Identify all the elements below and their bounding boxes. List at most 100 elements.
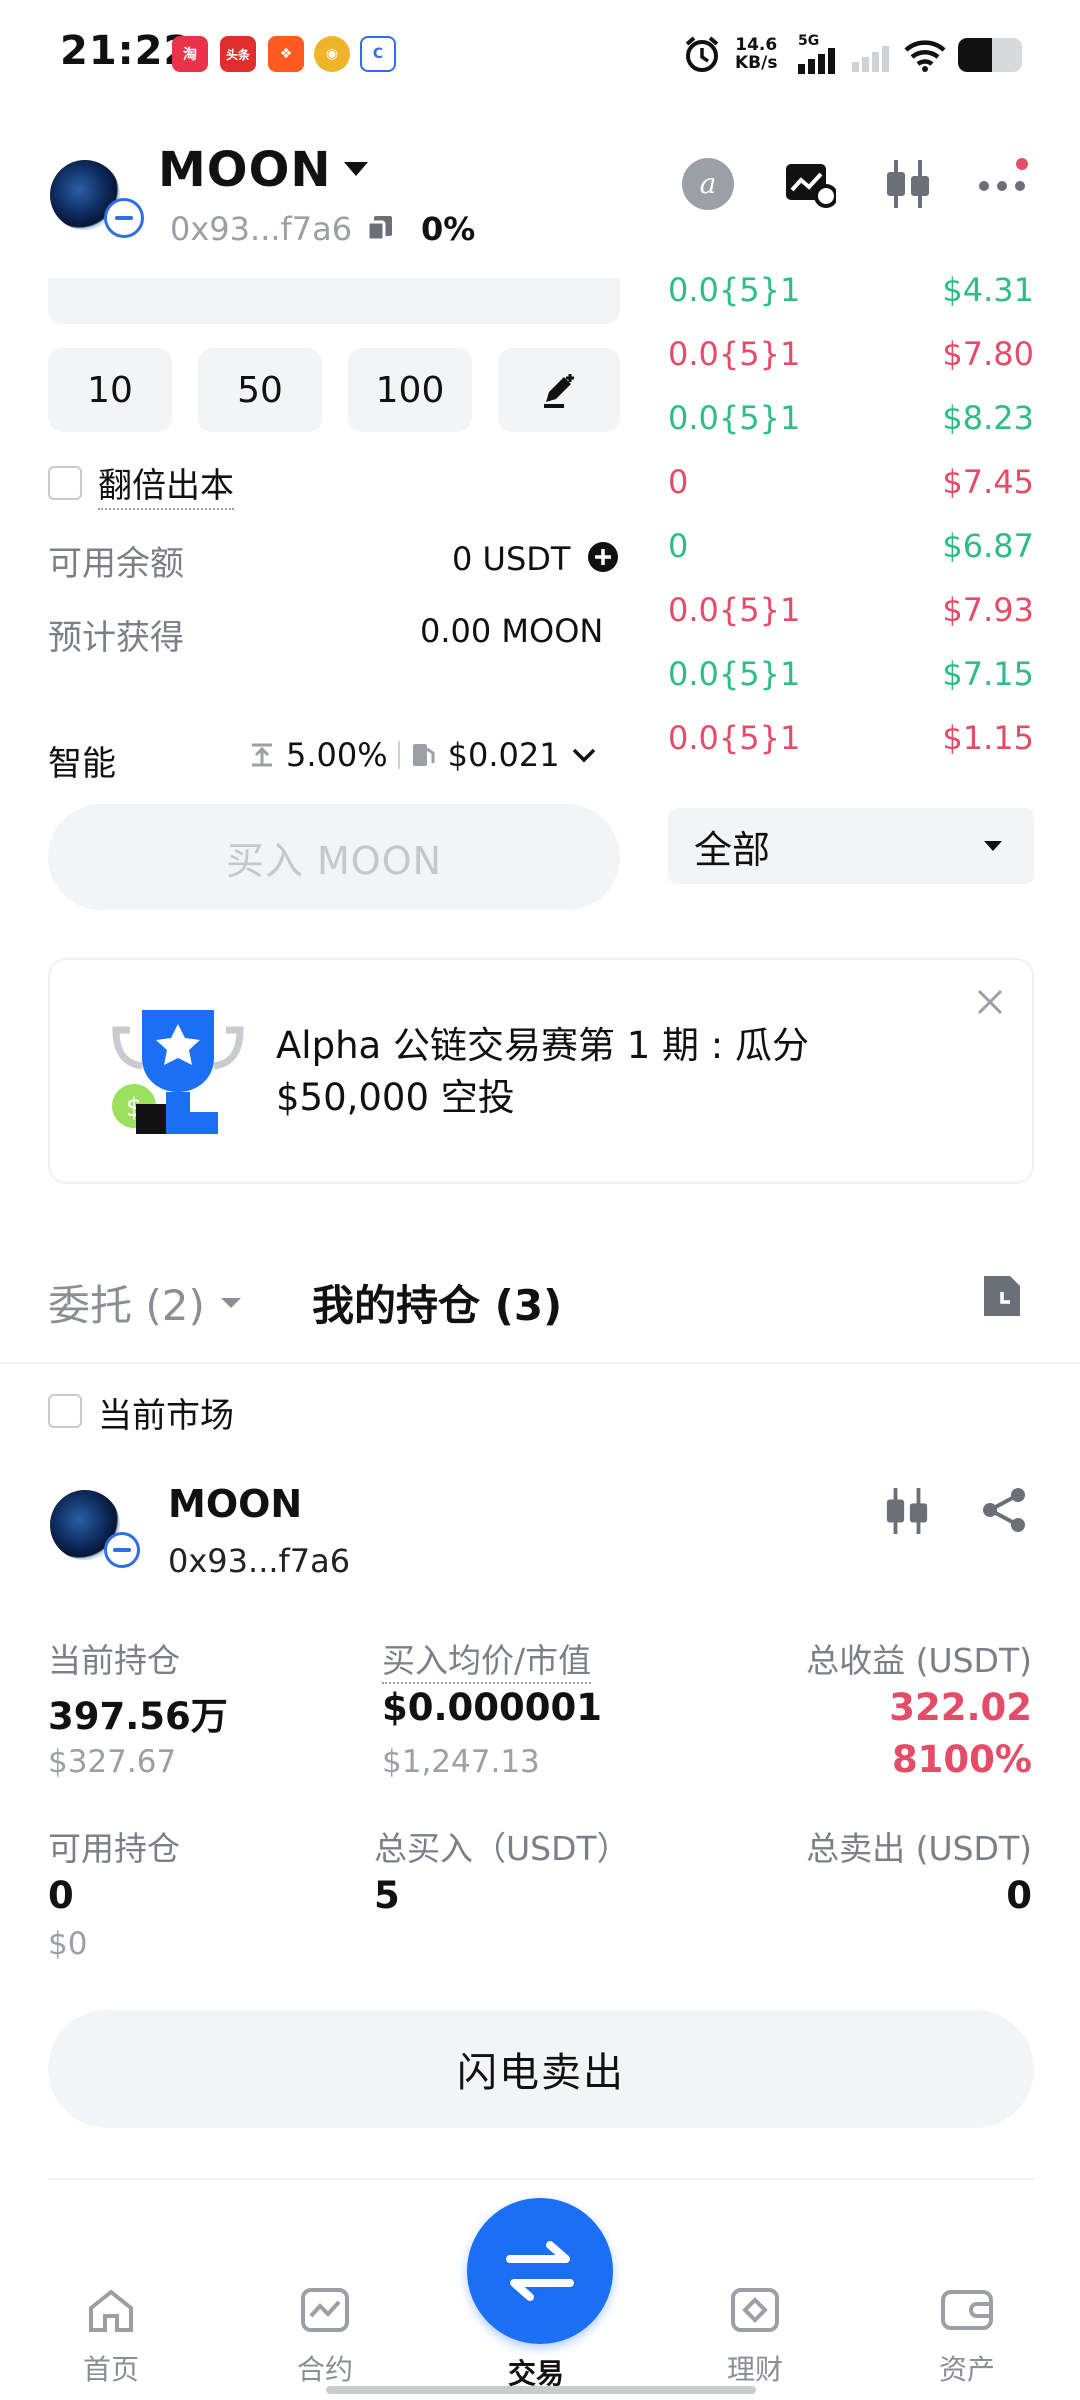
finance-icon bbox=[731, 2288, 779, 2332]
order-book-price: 0 bbox=[668, 527, 689, 565]
chain-badge-icon bbox=[104, 1532, 140, 1568]
nav-home[interactable]: 首页 bbox=[56, 2286, 166, 2388]
tab-orders[interactable]: 委托 (2) bbox=[48, 1272, 243, 1333]
double-principal-label: 翻倍出本 bbox=[98, 458, 234, 510]
home-icon bbox=[89, 2289, 133, 2332]
history-doc-icon[interactable] bbox=[980, 1272, 1024, 1320]
order-book-amount: $7.15 bbox=[942, 655, 1034, 693]
available-holding-usd: $0 bbox=[48, 1926, 88, 1962]
signal-5g-icon: 5G bbox=[798, 34, 838, 74]
weibo-app-icon: ◉ bbox=[314, 36, 350, 72]
trophy-icon: $ bbox=[108, 1006, 248, 1138]
available-holding-label: 可用持仓 bbox=[48, 1829, 180, 1868]
gas-icon bbox=[412, 744, 435, 766]
order-book-row[interactable]: 0.0{5}1 $8.23 bbox=[668, 386, 1034, 450]
avg-price-value: $0.000001 bbox=[382, 1686, 603, 1729]
token-address: 0x93...f7a6 bbox=[170, 210, 353, 248]
estimated-receive-label: 预计获得 bbox=[48, 618, 184, 658]
order-book-amount: $1.15 bbox=[942, 719, 1034, 757]
toutiao-app-icon: 头条 bbox=[220, 36, 256, 72]
more-menu-icon[interactable] bbox=[976, 156, 1032, 200]
wifi-icon bbox=[904, 38, 946, 72]
gas-value: $0.021 bbox=[447, 736, 560, 774]
chain-badge-icon bbox=[104, 198, 144, 238]
battery-icon bbox=[958, 38, 1022, 72]
preset-10-button[interactable]: 10 bbox=[48, 348, 172, 432]
preset-50-button[interactable]: 50 bbox=[198, 348, 322, 432]
edit-pencil-icon bbox=[544, 374, 574, 408]
order-book-amount: $8.23 bbox=[942, 399, 1034, 437]
holding-usd: $327.67 bbox=[48, 1744, 177, 1780]
trade-settings[interactable]: 5.00% $0.021 bbox=[248, 736, 598, 774]
edit-presets-button[interactable] bbox=[498, 348, 620, 432]
caret-down-icon bbox=[984, 841, 1002, 851]
order-book-price: 0.0{5}1 bbox=[668, 335, 801, 373]
price-alert-chart-icon[interactable] bbox=[784, 160, 836, 208]
order-book-price: 0.0{5}1 bbox=[668, 655, 801, 693]
preset-100-button[interactable]: 100 bbox=[348, 348, 472, 432]
smart-mode-label: 智能 bbox=[48, 744, 116, 784]
total-pnl-pct: 8100% bbox=[891, 1738, 1032, 1781]
buy-button[interactable]: 买入 MOON bbox=[48, 804, 620, 910]
contract-chart-icon bbox=[301, 2288, 349, 2332]
total-sell-label: 总卖出 (USDT) bbox=[806, 1829, 1032, 1868]
current-market-checkbox[interactable] bbox=[48, 1394, 82, 1428]
order-book-row[interactable]: 0.0{5}1 $1.15 bbox=[668, 706, 1034, 770]
flash-sell-button[interactable]: 闪电卖出 bbox=[48, 2010, 1034, 2128]
taobao-app-icon: 淘 bbox=[172, 36, 208, 72]
order-book-row[interactable]: 0.0{5}1 $7.93 bbox=[668, 578, 1034, 642]
order-book-amount: $4.31 bbox=[942, 271, 1034, 309]
current-market-label: 当前市场 bbox=[98, 1396, 234, 1436]
total-buy-value: 5 bbox=[374, 1874, 400, 1917]
alpha-icon[interactable]: a bbox=[682, 158, 734, 210]
filter-value: 全部 bbox=[694, 827, 771, 872]
estimated-receive-value: 0.00 MOON bbox=[420, 612, 604, 650]
order-book-row[interactable]: 0 $7.45 bbox=[668, 450, 1034, 514]
order-book-row[interactable]: 0.0{5}1 $7.15 bbox=[668, 642, 1034, 706]
order-book-filter[interactable]: 全部 bbox=[668, 808, 1034, 884]
market-value: $1,247.13 bbox=[382, 1744, 540, 1780]
order-book-price: 0.0{5}1 bbox=[668, 271, 801, 309]
add-funds-icon[interactable] bbox=[588, 542, 618, 572]
available-balance-label: 可用余额 bbox=[48, 544, 184, 584]
kuaishou-app-icon: ❖ bbox=[268, 36, 304, 72]
candlestick-icon[interactable] bbox=[884, 158, 932, 210]
nav-assets[interactable]: 资产 bbox=[912, 2286, 1022, 2388]
nav-contract[interactable]: 合约 bbox=[270, 2286, 380, 2388]
chevron-down-icon bbox=[572, 748, 595, 763]
order-book-row[interactable]: 0 $6.87 bbox=[668, 514, 1034, 578]
position-token-name[interactable]: MOON bbox=[168, 1482, 302, 1526]
candlestick-icon[interactable] bbox=[884, 1486, 930, 1536]
slippage-value: 5.00% bbox=[286, 736, 388, 774]
order-book-amount: $7.45 bbox=[942, 463, 1034, 501]
close-icon[interactable] bbox=[976, 988, 1004, 1016]
token-dropdown-icon[interactable] bbox=[342, 160, 370, 178]
swap-arrows-icon bbox=[506, 2241, 574, 2301]
price-change: 0% bbox=[421, 210, 476, 248]
tab-positions[interactable]: 我的持仓 (3) bbox=[312, 1272, 562, 1333]
network-speed: 14.6 KB/s bbox=[735, 35, 778, 73]
order-book-amount: $7.80 bbox=[942, 335, 1034, 373]
token-name[interactable]: MOON bbox=[158, 142, 332, 198]
available-holding-value: 0 bbox=[48, 1874, 74, 1917]
double-principal-checkbox[interactable] bbox=[48, 466, 82, 500]
divider bbox=[0, 1362, 1080, 1364]
total-sell-value: 0 bbox=[1006, 1874, 1032, 1917]
svg-text:a: a bbox=[700, 167, 717, 200]
nav-finance[interactable]: 理财 bbox=[700, 2286, 810, 2388]
browser-app-icon: C bbox=[360, 36, 396, 72]
order-book-row[interactable]: 0.0{5}1 $7.80 bbox=[668, 322, 1034, 386]
signal-weak-icon bbox=[852, 46, 892, 72]
total-buy-label: 总买入（USDT） bbox=[374, 1829, 630, 1868]
wallet-icon bbox=[941, 2290, 993, 2330]
order-book-row[interactable]: 0.0{5}1 $4.31 bbox=[668, 258, 1034, 322]
holding-value: 397.56万 bbox=[48, 1695, 228, 1738]
available-balance-value: 0 USDT bbox=[452, 540, 571, 578]
status-bar: 21:22 淘 头条 ❖ ◉ C 14.6 KB/s 5G bbox=[0, 0, 1080, 110]
amount-input[interactable] bbox=[48, 278, 620, 324]
trade-fab-button[interactable] bbox=[467, 2198, 613, 2344]
slippage-icon bbox=[252, 743, 272, 767]
avg-price-label: 买入均价/市值 bbox=[382, 1634, 592, 1684]
copy-icon[interactable] bbox=[366, 214, 394, 242]
share-icon[interactable] bbox=[980, 1486, 1028, 1534]
